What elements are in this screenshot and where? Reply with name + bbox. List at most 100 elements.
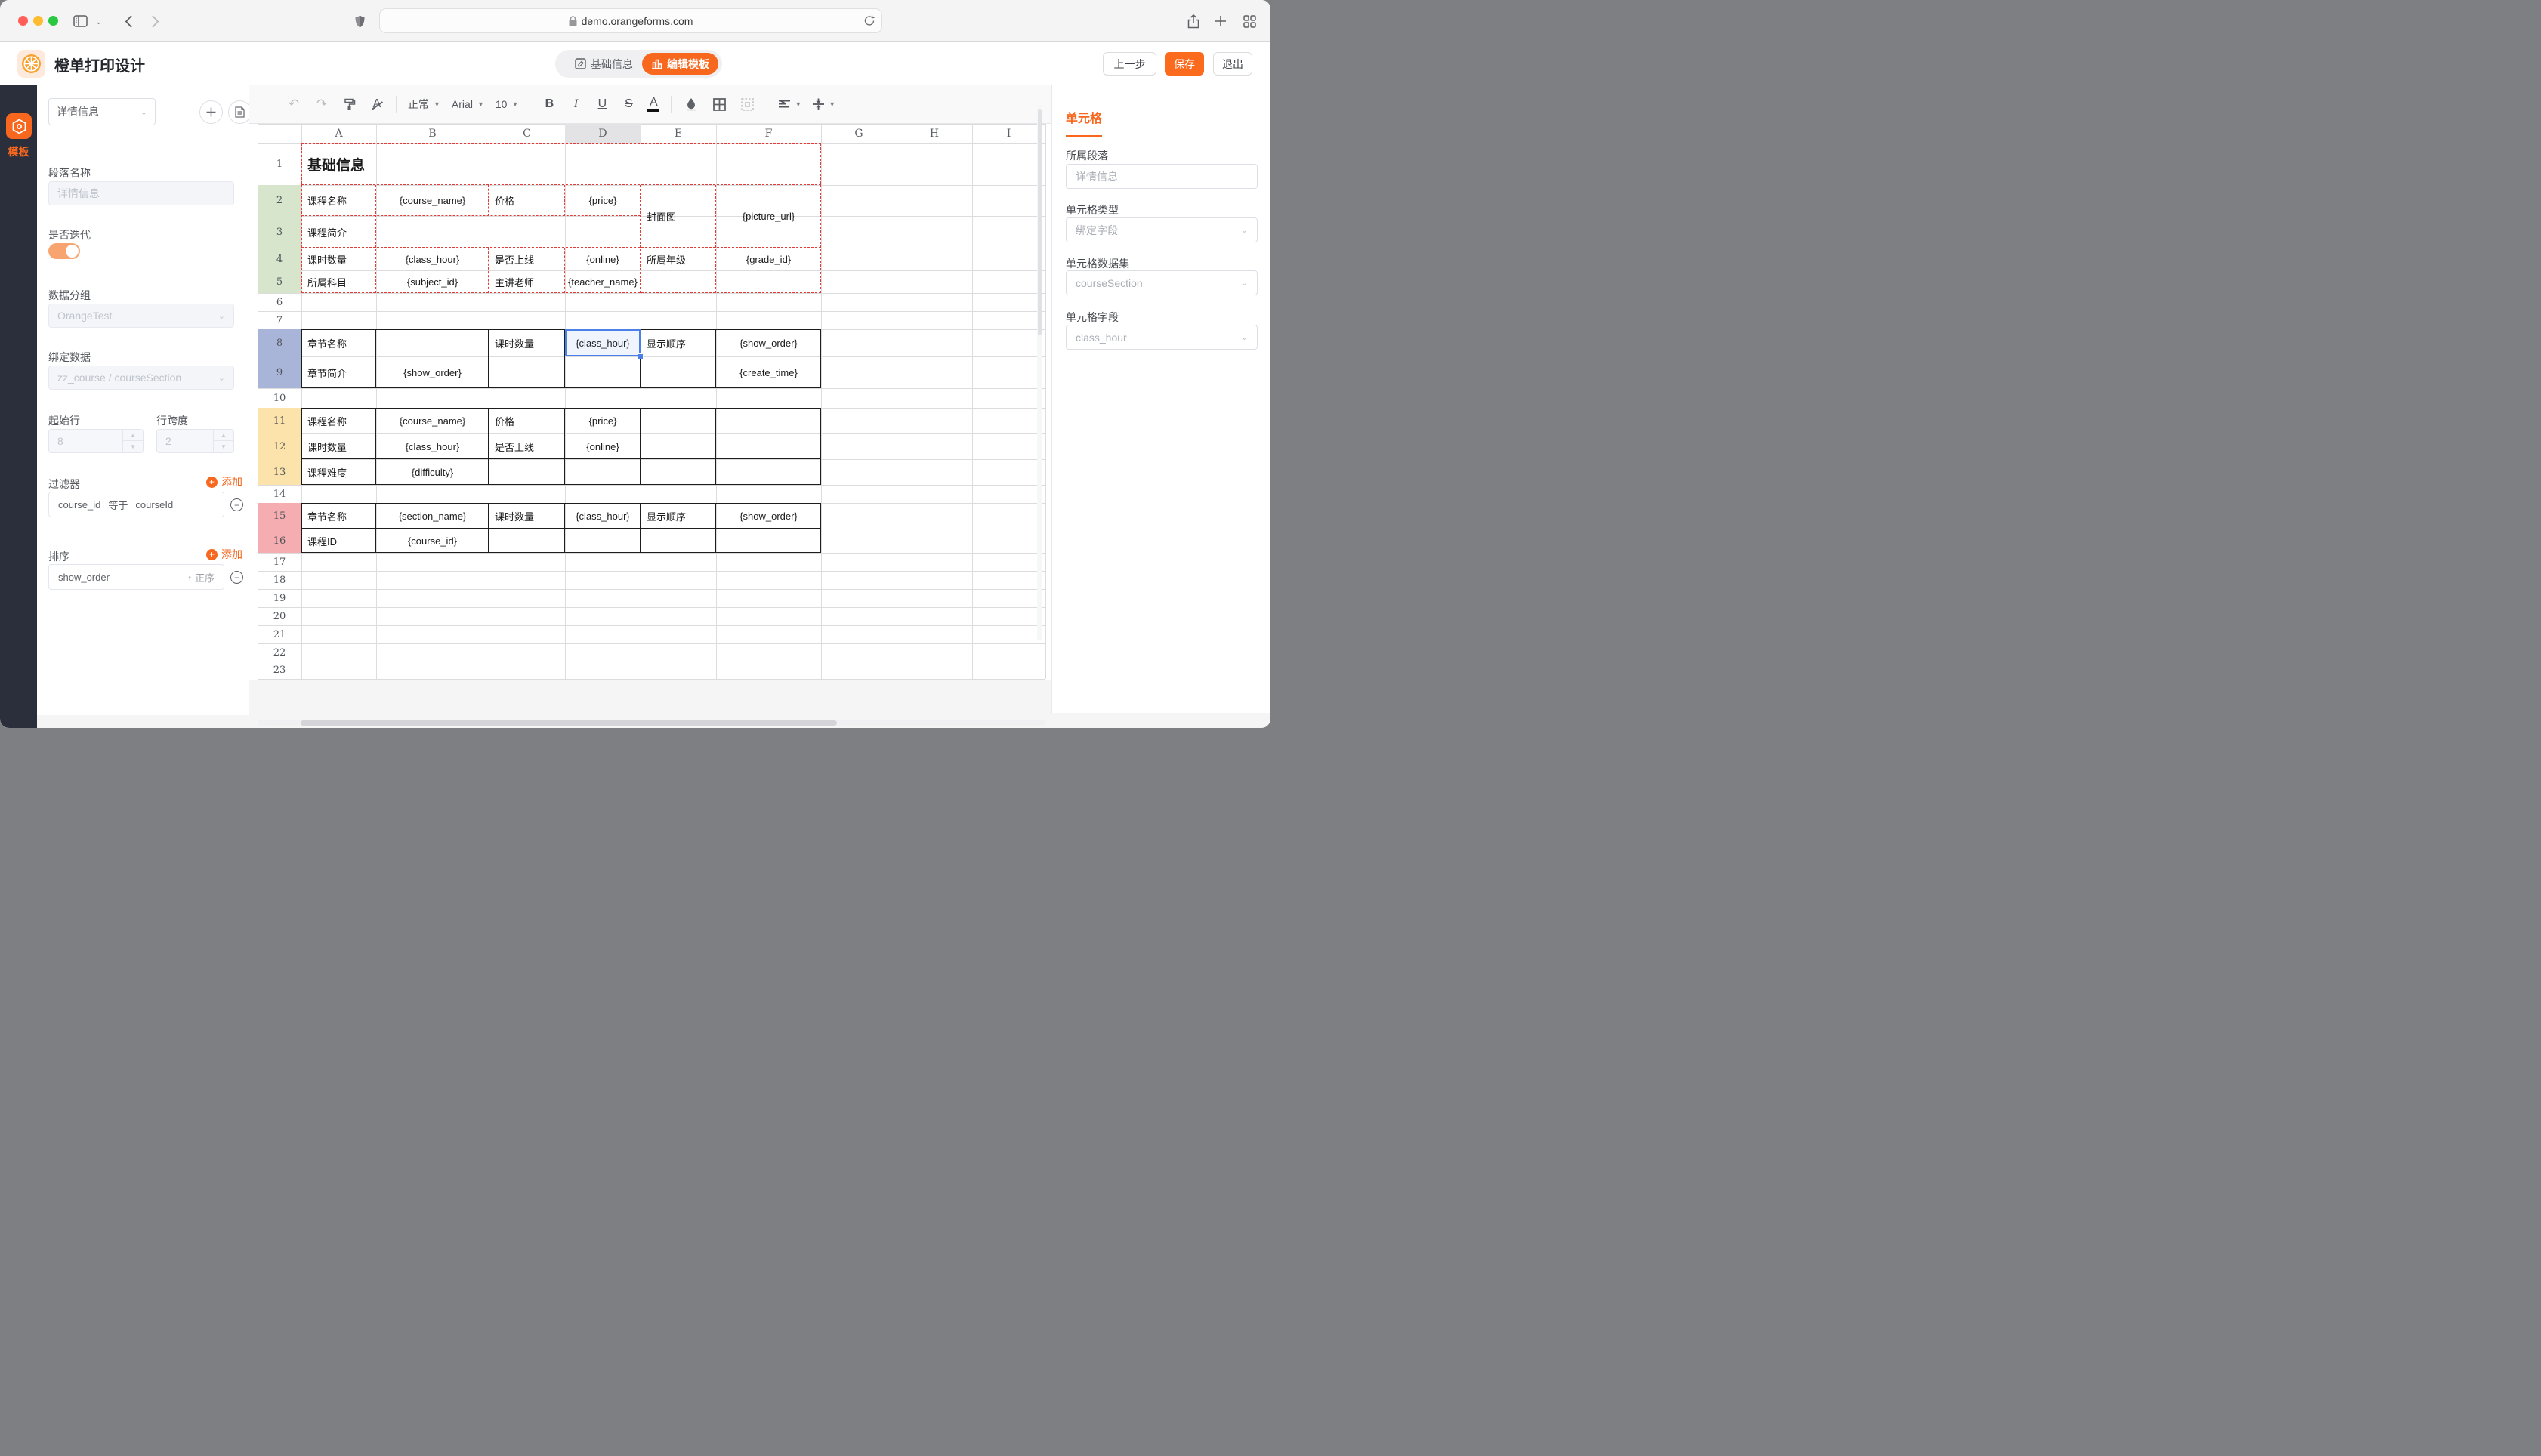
- new-tab-icon[interactable]: [1210, 11, 1231, 32]
- fill-color-icon[interactable]: [683, 96, 699, 113]
- paint-format-icon[interactable]: [341, 96, 358, 113]
- undo-icon[interactable]: ↶: [286, 96, 302, 113]
- row-header-21[interactable]: 21: [258, 625, 301, 643]
- grid-cell[interactable]: {class_hour}: [376, 248, 489, 270]
- row-header-17[interactable]: 17: [258, 553, 301, 571]
- privacy-shield-icon[interactable]: [349, 11, 370, 32]
- template-nav-icon[interactable]: [6, 113, 32, 139]
- grid-cell[interactable]: 所属科目: [301, 270, 376, 293]
- grid-cell[interactable]: {course_name}: [376, 408, 489, 433]
- grid-cell[interactable]: 课时数量: [301, 248, 376, 270]
- cell-type-select[interactable]: 绑定字段⌄: [1066, 217, 1258, 242]
- grid-cell[interactable]: 显示顺序: [641, 329, 716, 356]
- bold-icon[interactable]: B: [542, 97, 557, 111]
- row-header-4[interactable]: 4: [258, 248, 301, 270]
- font-family-dropdown[interactable]: Arial▼: [452, 98, 484, 110]
- column-header-I[interactable]: I: [972, 124, 1045, 143]
- grid-cell[interactable]: 显示顺序: [641, 503, 716, 529]
- add-section-button[interactable]: [199, 100, 223, 124]
- remove-filter-icon[interactable]: −: [230, 498, 243, 511]
- stepper-up-icon[interactable]: ▲: [123, 430, 143, 441]
- sort-item[interactable]: show_order ↑ 正序: [48, 564, 224, 590]
- tab-overview-icon[interactable]: [1239, 11, 1260, 32]
- row-header-8[interactable]: 8: [258, 329, 301, 356]
- grid-cell[interactable]: 课程名称: [301, 408, 376, 433]
- row-header-3[interactable]: 3: [258, 216, 301, 248]
- grid-cell[interactable]: 基础信息: [301, 143, 376, 185]
- para-name-input[interactable]: 详情信息: [48, 181, 234, 205]
- save-button[interactable]: 保存: [1165, 52, 1204, 76]
- column-header-G[interactable]: G: [821, 124, 897, 143]
- stepper-up-icon[interactable]: ▲: [214, 430, 233, 441]
- grid-cell[interactable]: {class_hour}: [565, 503, 641, 529]
- grid-cell[interactable]: {online}: [565, 248, 641, 270]
- grid-cell[interactable]: 课程简介: [301, 216, 376, 248]
- tab-edit-template[interactable]: 编辑模板: [642, 53, 718, 75]
- grid-cell[interactable]: {price}: [565, 408, 641, 433]
- bind-data-select[interactable]: zz_course / courseSection⌄: [48, 366, 234, 390]
- grid-cell[interactable]: {class_hour}: [565, 329, 641, 356]
- grid-cell[interactable]: 是否上线: [489, 433, 565, 459]
- grid-cell[interactable]: {class_hour}: [376, 433, 489, 459]
- column-header-C[interactable]: C: [489, 124, 565, 143]
- redo-icon[interactable]: ↷: [313, 96, 330, 113]
- back-icon[interactable]: [118, 11, 139, 32]
- grid-cell[interactable]: {picture_url}: [716, 185, 821, 248]
- strikethrough-icon[interactable]: S: [621, 97, 636, 111]
- horizontal-align-dropdown[interactable]: ▼: [779, 100, 801, 110]
- grid-cell[interactable]: {course_name}: [376, 185, 489, 216]
- grid-cell[interactable]: {online}: [565, 433, 641, 459]
- column-header-H[interactable]: H: [897, 124, 972, 143]
- add-sort-button[interactable]: + 添加: [206, 547, 242, 562]
- remove-sort-icon[interactable]: −: [230, 571, 243, 584]
- borders-icon[interactable]: [711, 96, 727, 113]
- row-header-9[interactable]: 9: [258, 356, 301, 388]
- clear-format-icon[interactable]: A: [369, 97, 384, 111]
- row-header-19[interactable]: 19: [258, 589, 301, 607]
- cell-field-select[interactable]: class_hour⌄: [1066, 325, 1258, 350]
- vertical-scrollbar[interactable]: [1037, 105, 1042, 640]
- grid-cell[interactable]: 课时数量: [489, 503, 565, 529]
- sidebar-toggle-icon[interactable]: [69, 11, 91, 32]
- row-header-6[interactable]: 6: [258, 293, 301, 311]
- address-bar[interactable]: demo.orangeforms.com: [379, 8, 882, 33]
- grid-cell[interactable]: 是否上线: [489, 248, 565, 270]
- close-window-button[interactable]: [18, 16, 28, 26]
- cell-section-input[interactable]: 详情信息: [1066, 164, 1258, 189]
- row-header-18[interactable]: 18: [258, 571, 301, 589]
- grid-cell[interactable]: 课程ID: [301, 529, 376, 553]
- row-header-5[interactable]: 5: [258, 270, 301, 293]
- reload-icon[interactable]: [864, 15, 875, 26]
- iterate-toggle[interactable]: [48, 243, 80, 259]
- row-header-13[interactable]: 13: [258, 459, 301, 485]
- italic-icon[interactable]: I: [568, 97, 583, 111]
- grid-cell[interactable]: {section_name}: [376, 503, 489, 529]
- grid-cell[interactable]: {create_time}: [716, 356, 821, 388]
- copy-section-button[interactable]: [228, 100, 252, 124]
- text-color-icon[interactable]: A: [647, 97, 659, 113]
- row-header-22[interactable]: 22: [258, 643, 301, 662]
- underline-icon[interactable]: U: [594, 97, 610, 111]
- minimize-window-button[interactable]: [33, 16, 43, 26]
- row-header-11[interactable]: 11: [258, 408, 301, 433]
- row-header-14[interactable]: 14: [258, 485, 301, 503]
- row-header-12[interactable]: 12: [258, 433, 301, 459]
- column-header-D[interactable]: D: [565, 124, 641, 143]
- horizontal-scrollbar[interactable]: [258, 720, 1045, 726]
- zoom-window-button[interactable]: [48, 16, 58, 26]
- column-header-E[interactable]: E: [641, 124, 716, 143]
- row-header-10[interactable]: 10: [258, 388, 301, 408]
- column-header-B[interactable]: B: [376, 124, 489, 143]
- sidebar-chevron-icon[interactable]: ⌄: [95, 17, 102, 26]
- row-header-7[interactable]: 7: [258, 311, 301, 329]
- prev-step-button[interactable]: 上一步: [1103, 52, 1156, 76]
- grid-cell[interactable]: 课时数量: [301, 433, 376, 459]
- filter-condition-item[interactable]: course_id 等于 courseId: [48, 492, 224, 517]
- grid-cell[interactable]: 课程名称: [301, 185, 376, 216]
- row-span-stepper[interactable]: 2 ▲▼: [156, 429, 234, 453]
- row-header-2[interactable]: 2: [258, 185, 301, 216]
- grid-cell[interactable]: {show_order}: [716, 503, 821, 529]
- row-header-23[interactable]: 23: [258, 662, 301, 679]
- row-header-16[interactable]: 16: [258, 529, 301, 553]
- column-header-A[interactable]: A: [301, 124, 376, 143]
